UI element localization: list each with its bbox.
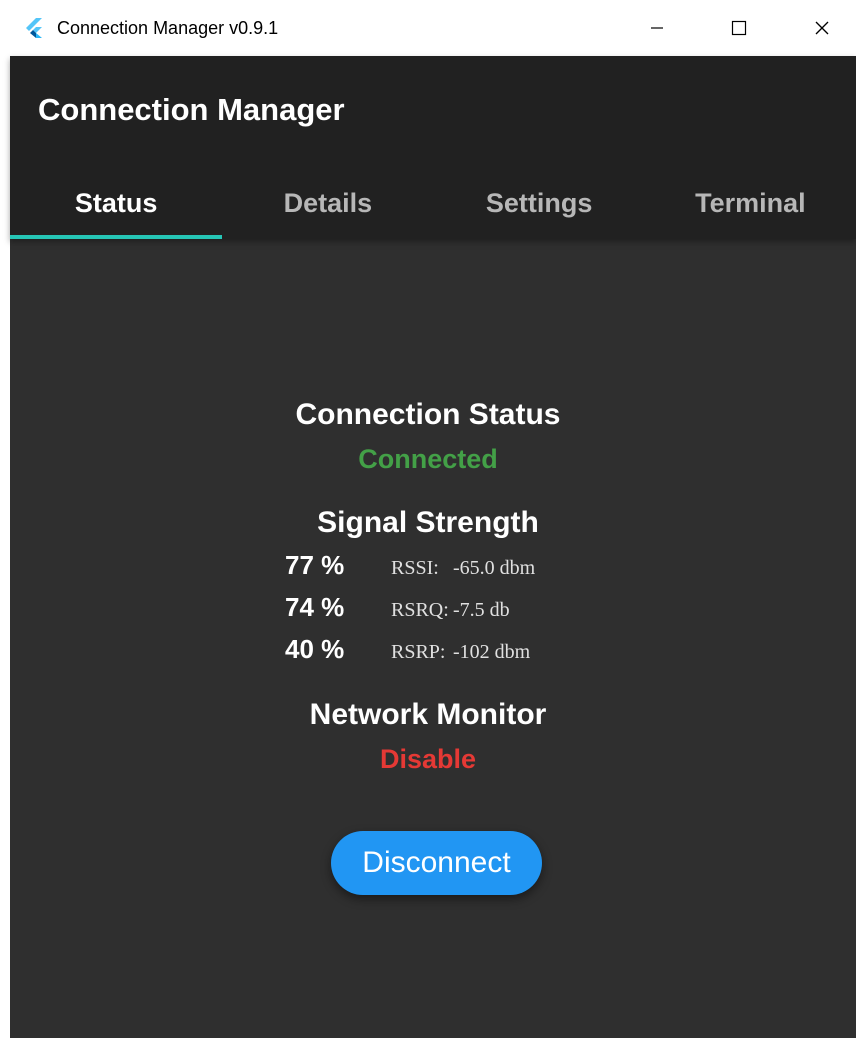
tab-terminal[interactable]: Terminal [645,168,856,239]
signal-metric-name: RSSI: [391,557,439,579]
connection-status-heading: Connection Status [295,398,561,431]
signal-row-rssi: 77 % RSSI: -65.0 dbm [285,550,535,580]
tab-status[interactable]: Status [10,168,223,239]
app-title: Connection Manager [38,92,345,127]
signal-percent: 74 % [285,592,345,622]
signal-metric-value: -65.0 dbm [453,557,536,579]
window-title: Connection Manager v0.9.1 [57,18,279,38]
close-icon [815,21,829,35]
maximize-icon [731,20,747,36]
tab-details[interactable]: Details [222,168,433,239]
tab-label: Settings [485,188,593,218]
signal-metric-name: RSRQ: [391,599,449,621]
connection-status-value: Connected [358,444,498,474]
tab-label: Status [74,188,158,218]
tab-label: Terminal [695,188,806,218]
signal-percent: 40 % [285,634,345,664]
signal-strength-heading: Signal Strength [317,506,539,539]
maximize-button[interactable] [696,0,782,56]
network-monitor-heading: Network Monitor [309,698,547,731]
signal-metric-name: RSRP: [391,641,446,663]
signal-metric-value: -102 dbm [453,641,531,663]
app-bar: Connection Manager Status Details Settin… [10,56,856,239]
minimize-icon [651,27,663,29]
signal-row-rsrq: 74 % RSRQ: -7.5 db [285,592,510,622]
minimize-button[interactable] [614,0,700,56]
tab-label: Details [283,188,373,218]
disconnect-button[interactable]: Disconnect [331,831,542,895]
signal-metric-value: -7.5 db [453,599,510,621]
os-title-bar: Connection Manager v0.9.1 [0,0,856,56]
flutter-logo-icon [26,18,42,38]
signal-percent: 77 % [285,550,345,580]
tab-bar: Status Details Settings Terminal [10,168,856,239]
close-button[interactable] [779,0,856,56]
network-monitor-value: Disable [379,744,477,774]
app-window: Connection Manager Status Details Settin… [10,56,856,1038]
signal-row-rsrp: 40 % RSRP: -102 dbm [285,634,530,664]
status-panel: Connection Status Connected Signal Stren… [10,239,856,1038]
tab-settings[interactable]: Settings [434,168,645,239]
